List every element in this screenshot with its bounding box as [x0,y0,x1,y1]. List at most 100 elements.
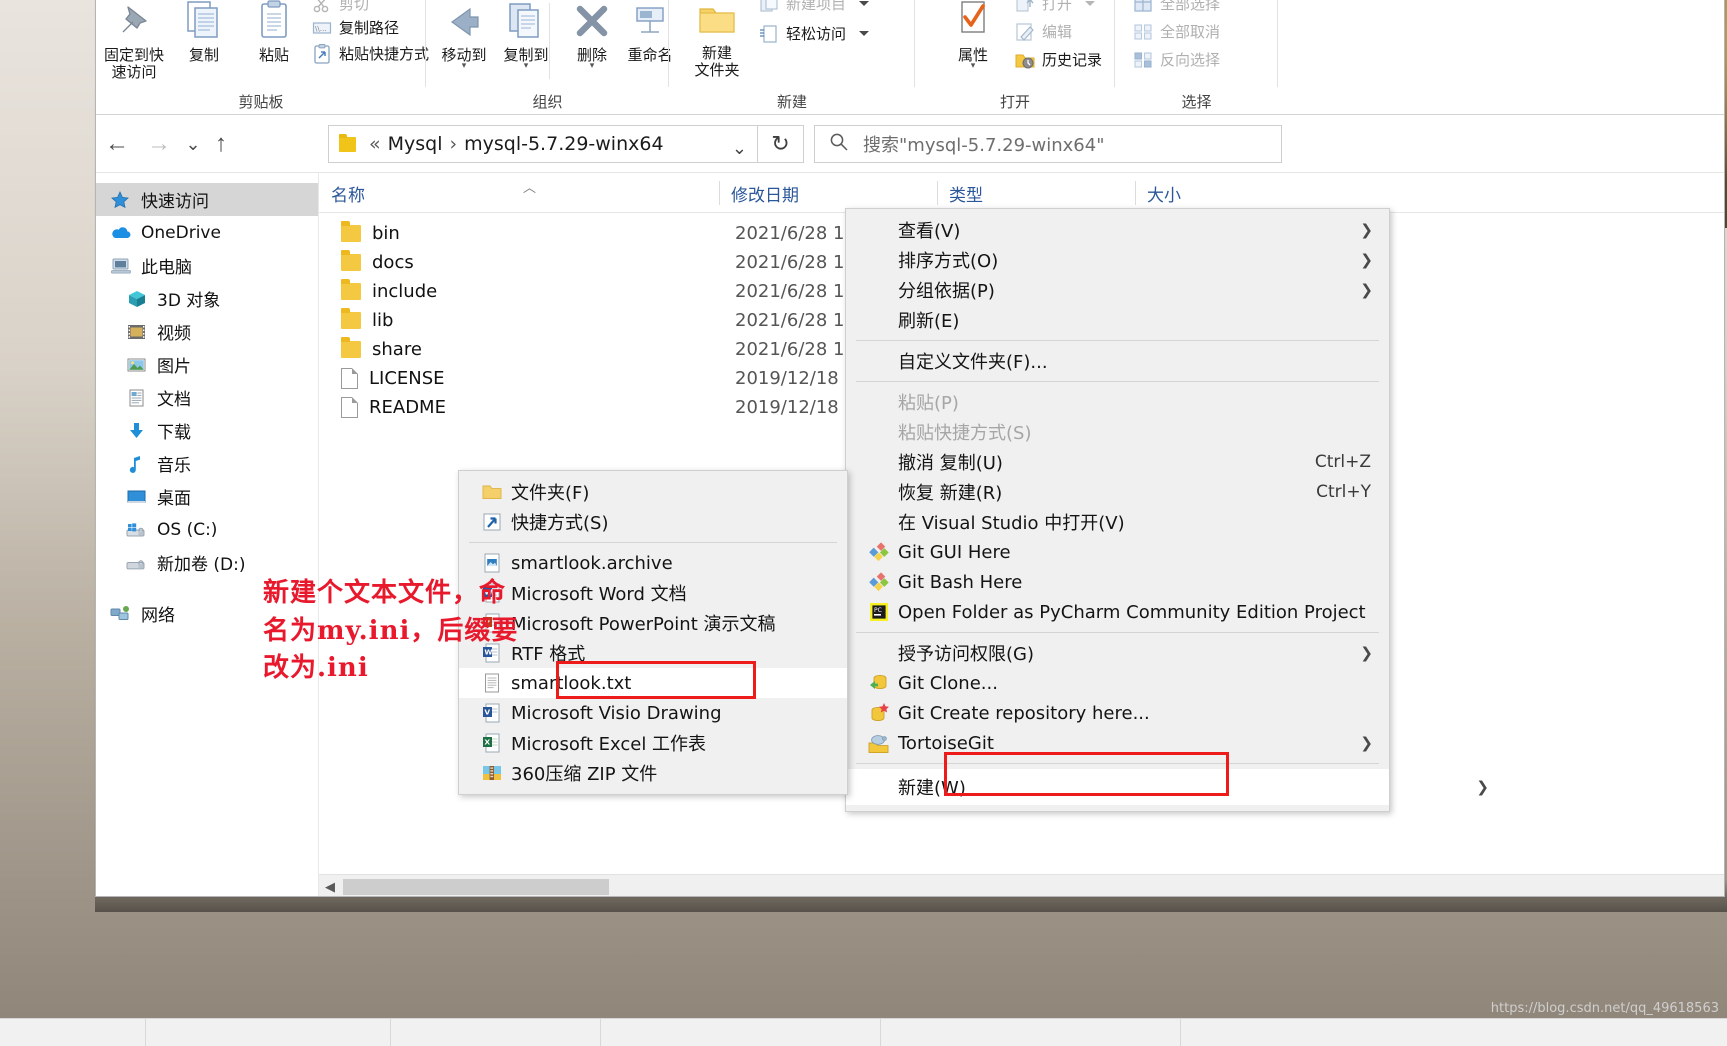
submenu-item-360zip-file[interactable]: 360压缩 ZIP 文件 [459,758,847,788]
easy-access-button[interactable]: 轻松访问 [759,23,870,44]
submenu-item-smartlook-archive[interactable]: smartlook.archive [459,548,847,578]
new-folder-button[interactable]: 新建 文件夹 [679,0,755,79]
context-menu-item-undo-copy[interactable]: 撤消 复制(U) Ctrl+Z [846,447,1389,477]
context-menu-item-git-bash-here[interactable]: Git Bash Here [846,567,1389,597]
new-item-button[interactable]: 新建项目 [759,0,870,14]
forward-button[interactable]: → [144,129,174,159]
column-header-date[interactable]: 修改日期 [719,173,937,213]
recent-locations-button[interactable]: ⌄ [178,129,208,159]
context-menu-item-git-create-repository-here[interactable]: Git Create repository here... [846,698,1389,728]
column-header-name-label: 名称 [331,185,365,206]
submenu-item-folder[interactable]: 文件夹(F) [459,477,847,507]
edit-button[interactable]: 编辑 [1015,21,1072,42]
new-folder-label-1: 新建 [701,44,732,62]
context-menu-item-git-gui-here[interactable]: Git GUI Here [846,537,1389,567]
new-item-icon [759,0,779,14]
chevron-right-icon: ❯ [1360,221,1373,239]
up-button[interactable]: ↑ [206,129,236,159]
context-menu-separator [856,763,1379,764]
sidebar-item-3d-objects[interactable]: 3D 对象 [96,282,318,315]
sidebar-item-onedrive[interactable]: OneDrive [96,216,318,249]
submenu-item-label: Microsoft Visio Drawing [511,702,722,724]
properties-icon [935,0,1011,47]
sidebar-item-pictures[interactable]: 图片 [96,348,318,381]
context-menu-item-grant-access-to[interactable]: 授予访问权限(G) ❯ [846,638,1389,668]
context-menu-item-redo-new[interactable]: 恢复 新建(R) Ctrl+Y [846,477,1389,507]
submenu-item-shortcut[interactable]: 快捷方式(S) [459,507,847,537]
copy-path-button[interactable]: \\… 复制路径 [312,17,399,38]
sidebar-item-music[interactable]: 音乐 [96,447,318,480]
cut-button[interactable]: 剪切 [312,0,369,14]
annotation-line-1: 新建个文本文件，命 [263,578,507,608]
sidebar-item-label: 图片 [157,357,191,377]
scrollbar-track[interactable] [609,878,1724,895]
context-menu-item-sort-by[interactable]: 排序方式(O) ❯ [846,245,1389,275]
context-menu-item-open-in-visual-studio[interactable]: 在 Visual Studio 中打开(V) [846,507,1389,537]
select-none-button[interactable]: 全部取消 [1133,21,1220,42]
pin-to-quick-access-button[interactable]: 固定到快 速访问 [96,0,172,81]
search-placeholder: 搜索"mysql-5.7.29-winx64" [863,135,1105,156]
edit-icon [1015,22,1035,42]
context-menu-item-view[interactable]: 查看(V) ❯ [846,215,1389,245]
paste-button[interactable]: 粘贴 [236,0,312,64]
sort-ascending-icon: ︿ [523,180,537,195]
submenu-separator [469,542,837,543]
history-button[interactable]: 历史记录 [1015,49,1102,70]
back-button[interactable]: ← [102,129,132,159]
submenu-item-excel-worksheet[interactable]: X Microsoft Excel 工作表 [459,728,847,758]
copy-to-button[interactable]: 复制到 ▾ [488,0,564,71]
breadcrumb-parent[interactable]: Mysql [388,133,443,155]
context-menu-item-refresh[interactable]: 刷新(E) [846,305,1389,335]
context-menu-item-git-clone[interactable]: Git Clone... [846,668,1389,698]
sidebar-item-this-pc[interactable]: 此电脑 [96,249,318,282]
sidebar-item-label: 下载 [157,423,191,443]
sidebar-item-quick-access[interactable]: 快速访问 [96,183,318,216]
context-menu-item-open-folder-as-pycharm-project[interactable]: PC Open Folder as PyCharm Community Edit… [846,597,1389,627]
ribbon-group-new: 新建 文件夹 新建项目 轻松访问 新建 [669,0,915,115]
svg-text:X: X [484,738,490,747]
submenu-item-visio-drawing[interactable]: V Microsoft Visio Drawing [459,698,847,728]
sidebar-item-os-c[interactable]: OS (C:) [96,513,318,546]
context-menu-item-new[interactable]: 新建(W) ❯ [846,769,1489,805]
sidebar-item-downloads[interactable]: 下载 [96,414,318,447]
ribbon-group-organize-label: 组织 [532,93,563,111]
context-menu-item-label: TortoiseGit [898,732,994,754]
column-header-name[interactable]: 名称 [319,173,719,213]
context-menu-item-customize-folder[interactable]: 自定义文件夹(F)... [846,346,1389,376]
taskbar[interactable] [0,1018,1727,1046]
select-all-button[interactable]: 全部选择 [1133,0,1220,14]
context-menu-item-tortoisegit[interactable]: TortoiseGit ❯ [846,728,1389,758]
address-dropdown-icon[interactable]: ⌄ [732,138,747,159]
open-icon [1015,0,1035,14]
context-menu-item-group-by[interactable]: 分组依据(P) ❯ [846,275,1389,305]
copy-label: 复制 [188,46,219,64]
breadcrumb-current[interactable]: mysql-5.7.29-winx64 [464,133,663,155]
column-header-type[interactable]: 类型 [937,173,1135,213]
pin-to-quick-access-label-2: 速访问 [111,62,157,81]
copy-button[interactable]: 复制 [166,0,242,64]
context-menu-item-label: 撤消 复制(U) [898,453,1003,474]
paste-shortcut-button[interactable]: 粘贴快捷方式 [312,43,429,64]
easy-access-caret-icon [859,31,870,36]
refresh-button[interactable]: ↻ [758,125,804,163]
new-item-caret-icon [859,1,870,6]
sidebar-item-videos[interactable]: 视频 [96,315,318,348]
properties-button[interactable]: 属性 ▾ [935,0,1011,71]
scroll-left-arrow-icon[interactable]: ◀ [319,879,341,895]
horizontal-scrollbar[interactable]: ◀ [319,874,1724,896]
ribbon-group-clipboard: 固定到快 速访问 复制 粘贴 剪切 \\… 复制路径 粘贴快捷方式 剪贴板 [96,0,429,115]
invert-selection-button[interactable]: 反向选择 [1133,49,1220,70]
file-name-label: LICENSE [369,368,445,389]
sidebar-item-documents[interactable]: 文档 [96,381,318,414]
folder-icon [341,250,361,271]
sidebar-item-desktop[interactable]: 桌面 [96,480,318,513]
ribbon-toolbar: 固定到快 速访问 复制 粘贴 剪切 \\… 复制路径 粘贴快捷方式 剪贴板 移动… [96,0,1724,115]
scrollbar-thumb[interactable] [343,878,609,895]
folder-context-menu[interactable]: 查看(V) ❯ 排序方式(O) ❯ 分组依据(P) ❯ 刷新(E) 自定义文件夹… [845,208,1489,812]
open-button[interactable]: 打开 [1015,0,1096,14]
address-path-box[interactable]: « Mysql › mysql-5.7.29-winx64 ⌄ [328,125,758,163]
desktop-icon [126,487,148,507]
chevron-down-icon: ⌄ [185,133,201,154]
column-header-size[interactable]: 大小 [1135,173,1255,213]
search-input[interactable]: 搜索"mysql-5.7.29-winx64" [814,125,1282,163]
